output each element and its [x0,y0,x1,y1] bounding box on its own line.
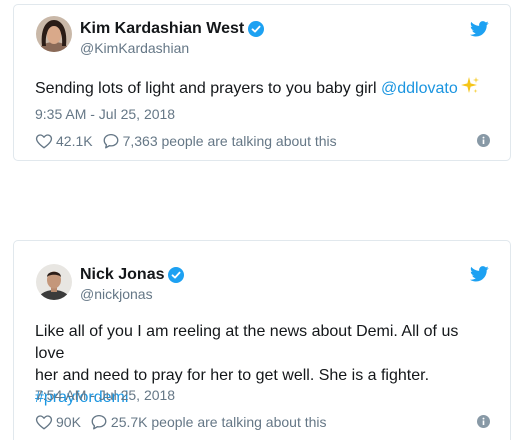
tweet-footer: 42.1K 7,363 people are talking about thi… [35,131,490,151]
author-handle[interactable]: @KimKardashian [80,40,264,56]
talking-count[interactable]: 7,363 people are talking about this [123,133,337,149]
heart-icon[interactable] [35,132,53,150]
avatar[interactable] [36,264,72,300]
heart-icon[interactable] [35,413,53,431]
author-block: Kim Kardashian West @KimKardashian [80,19,265,56]
reply-bubble-icon[interactable] [102,132,120,150]
tweet-text: Sending lots of light and prayers to you… [35,76,490,100]
tweet-timestamp[interactable]: 7:54 AM - Jul 25, 2018 [35,387,175,403]
twitter-bird-icon[interactable] [470,266,489,282]
tweet-text-content: Sending lots of light and prayers to you… [35,80,381,97]
tweet-card-kim[interactable]: Kim Kardashian West @KimKardashian Sendi… [13,4,511,161]
like-count[interactable]: 42.1K [56,133,93,149]
avatar[interactable] [36,16,72,52]
tweet-text-line: her and need to pray for her to get well… [35,367,430,384]
reply-bubble-icon[interactable] [90,413,108,431]
tweet-footer: 90K 25.7K people are talking about this [35,412,490,432]
tweet-text-line: Like all of you I am reeling at the news… [35,323,459,362]
author-name[interactable]: Nick Jonas [80,266,164,284]
author-handle[interactable]: @nickjonas [80,286,184,302]
tweet-timestamp[interactable]: 9:35 AM - Jul 25, 2018 [35,106,175,122]
tweet-card-nick[interactable]: Nick Jonas @nickjonas Like all of you I … [13,240,511,440]
author-block: Nick Jonas @nickjonas [80,265,185,302]
info-icon[interactable] [477,134,490,147]
like-count[interactable]: 90K [56,414,81,430]
talking-count[interactable]: 25.7K people are talking about this [111,414,327,430]
verified-badge-icon [248,21,265,37]
sparkles-emoji-icon [460,76,480,96]
mention-link[interactable]: @ddlovato [381,80,458,97]
info-icon[interactable] [477,415,490,428]
author-name[interactable]: Kim Kardashian West [80,20,244,38]
verified-badge-icon [168,267,185,283]
twitter-bird-icon[interactable] [470,21,489,37]
